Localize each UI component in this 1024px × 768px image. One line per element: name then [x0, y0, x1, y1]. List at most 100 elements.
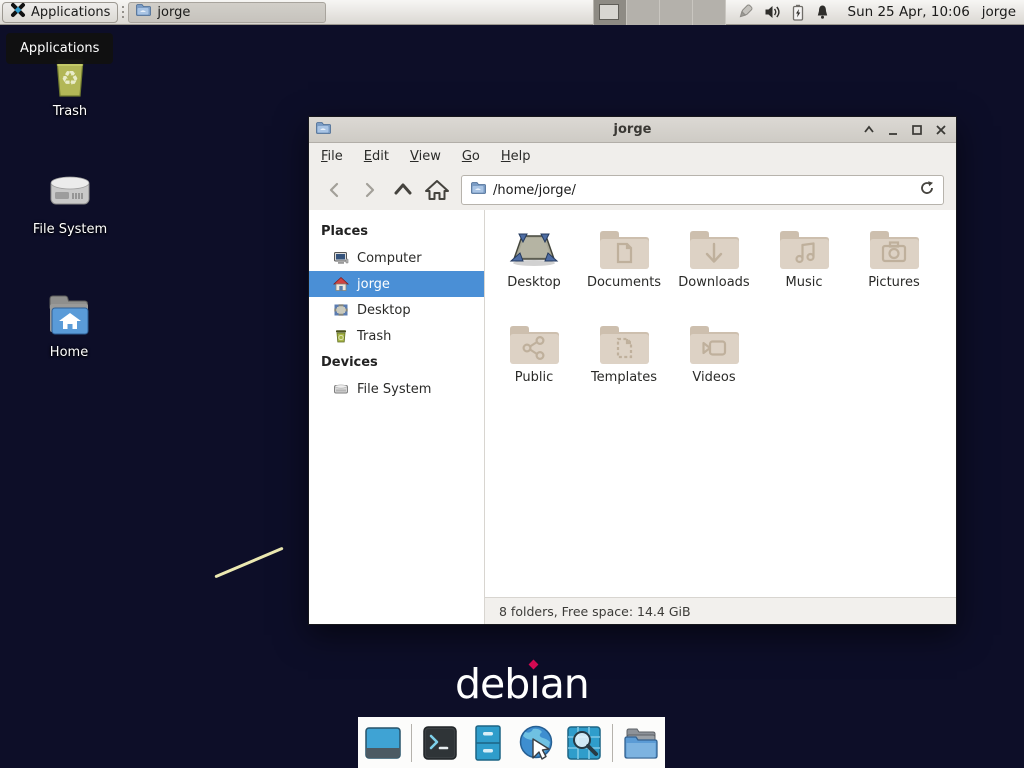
- logo-text: an: [540, 660, 589, 708]
- folder-item-music[interactable]: Music: [760, 226, 848, 290]
- terminal-icon[interactable]: [420, 723, 460, 763]
- top-panel: Applications jorge: [0, 0, 1024, 25]
- desktop-icon-label: Trash: [15, 104, 125, 119]
- file-manager-icon[interactable]: [621, 723, 661, 763]
- dock-separator: [411, 724, 412, 762]
- sidebar-item-label: File System: [357, 382, 431, 397]
- shade-button[interactable]: [861, 123, 876, 138]
- sidebar-item-file-system[interactable]: File System: [309, 376, 484, 402]
- path-bar[interactable]: /home/jorge/: [461, 175, 944, 205]
- folder-item-public[interactable]: Public: [490, 321, 578, 385]
- home-icon: [333, 276, 349, 292]
- volume-icon[interactable]: [764, 4, 781, 20]
- videos-folder-icon: [688, 321, 740, 367]
- sidebar-item-desktop[interactable]: Desktop: [309, 297, 484, 323]
- home-button[interactable]: [423, 176, 451, 204]
- sidebar-item-computer[interactable]: Computer: [309, 245, 484, 271]
- path-input[interactable]: /home/jorge/: [493, 183, 912, 198]
- menubar: File Edit View Go Help: [309, 143, 956, 170]
- window-body: Places Computer: [309, 210, 956, 624]
- desktop-surface-icon: [508, 226, 560, 272]
- sidebar-item-trash[interactable]: Trash: [309, 323, 484, 349]
- system-tray: [726, 3, 840, 21]
- titlebar[interactable]: jorge: [309, 117, 956, 143]
- applications-menu-label: Applications: [31, 5, 110, 20]
- show-desktop-icon[interactable]: [363, 723, 403, 763]
- folder-item-templates[interactable]: Templates: [580, 321, 668, 385]
- downloads-folder-icon: [688, 226, 740, 272]
- workspace-1[interactable]: [594, 0, 627, 25]
- applications-menu-button[interactable]: Applications: [2, 2, 118, 23]
- folder-item-label: Templates: [580, 370, 668, 385]
- minimize-button[interactable]: [885, 123, 900, 138]
- sidebar-item-jorge[interactable]: jorge: [309, 271, 484, 297]
- dock-separator: [612, 724, 613, 762]
- taskbar-window-button[interactable]: jorge: [128, 2, 326, 23]
- sidebar-item-label: jorge: [357, 277, 390, 292]
- panel-handle: [120, 3, 126, 21]
- folder-item-pictures[interactable]: Pictures: [850, 226, 938, 290]
- trash-icon: [333, 328, 349, 344]
- home-folder-icon: [43, 289, 95, 341]
- applications-tooltip: Applications: [6, 33, 113, 64]
- desktop-icon-label: Home: [14, 345, 124, 360]
- stylus-tool-icon[interactable]: [736, 3, 754, 21]
- folder-view[interactable]: Desktop Documents: [486, 210, 956, 597]
- recycle-symbol-icon: ♻: [44, 62, 96, 94]
- menu-go[interactable]: Go: [462, 149, 480, 164]
- menu-edit[interactable]: Edit: [364, 149, 389, 164]
- battery-icon[interactable]: [791, 4, 805, 21]
- menu-help[interactable]: Help: [501, 149, 531, 164]
- folder-item-videos[interactable]: Videos: [670, 321, 758, 385]
- desktop: Applications jorge: [0, 0, 1024, 768]
- computer-icon: [333, 250, 349, 266]
- logo-text: deb: [455, 660, 529, 708]
- drive-icon: [333, 381, 349, 397]
- back-button[interactable]: [321, 176, 349, 204]
- desktop-icon: [333, 302, 349, 318]
- workspace-2[interactable]: [627, 0, 660, 25]
- panel-username[interactable]: jorge: [978, 4, 1024, 20]
- file-manager-window: jorge File Edit View Go Help: [308, 116, 957, 625]
- desktop-icon-label: File System: [15, 222, 125, 237]
- app-finder-icon[interactable]: [564, 723, 604, 763]
- folder-item-documents[interactable]: Documents: [580, 226, 668, 290]
- debian-logo: debıan: [455, 660, 589, 708]
- web-browser-icon[interactable]: [516, 723, 556, 763]
- templates-folder-icon: [598, 321, 650, 367]
- up-button[interactable]: [389, 176, 417, 204]
- forward-button[interactable]: [355, 176, 383, 204]
- menu-file[interactable]: File: [321, 149, 343, 164]
- status-text: 8 folders, Free space: 14.4 GiB: [499, 604, 691, 619]
- reload-icon[interactable]: [919, 180, 935, 200]
- hard-drive-icon: [44, 166, 96, 218]
- folder-item-label: Desktop: [490, 275, 578, 290]
- folder-item-label: Documents: [580, 275, 668, 290]
- desktop-icon-file-system[interactable]: File System: [15, 166, 125, 237]
- maximize-button[interactable]: [909, 123, 924, 138]
- toolbar: /home/jorge/: [309, 170, 956, 210]
- workspace-window-thumb: [599, 4, 619, 20]
- desktop-icon-home[interactable]: Home: [14, 289, 124, 360]
- workspace-3[interactable]: [660, 0, 693, 25]
- folder-item-label: Videos: [670, 370, 758, 385]
- sidebar-item-label: Desktop: [357, 303, 411, 318]
- notification-bell-icon[interactable]: [815, 4, 830, 20]
- close-button[interactable]: [933, 123, 948, 138]
- file-cabinet-icon[interactable]: [468, 723, 508, 763]
- workspace-switcher: [593, 0, 726, 25]
- menu-view[interactable]: View: [410, 149, 441, 164]
- music-folder-icon: [778, 226, 830, 272]
- folder-icon: [135, 2, 151, 22]
- panel-clock[interactable]: Sun 25 Apr, 10:06: [840, 4, 978, 20]
- folder-item-downloads[interactable]: Downloads: [670, 226, 758, 290]
- dock: [358, 717, 665, 768]
- taskbar-window-label: jorge: [157, 5, 190, 20]
- pictures-folder-icon: [868, 226, 920, 272]
- stray-line-artifact: [214, 547, 283, 579]
- public-folder-icon: [508, 321, 560, 367]
- folder-item-desktop[interactable]: Desktop: [490, 226, 578, 290]
- statusbar: 8 folders, Free space: 14.4 GiB: [485, 597, 956, 624]
- workspace-4[interactable]: [693, 0, 726, 25]
- window-title: jorge: [309, 122, 956, 137]
